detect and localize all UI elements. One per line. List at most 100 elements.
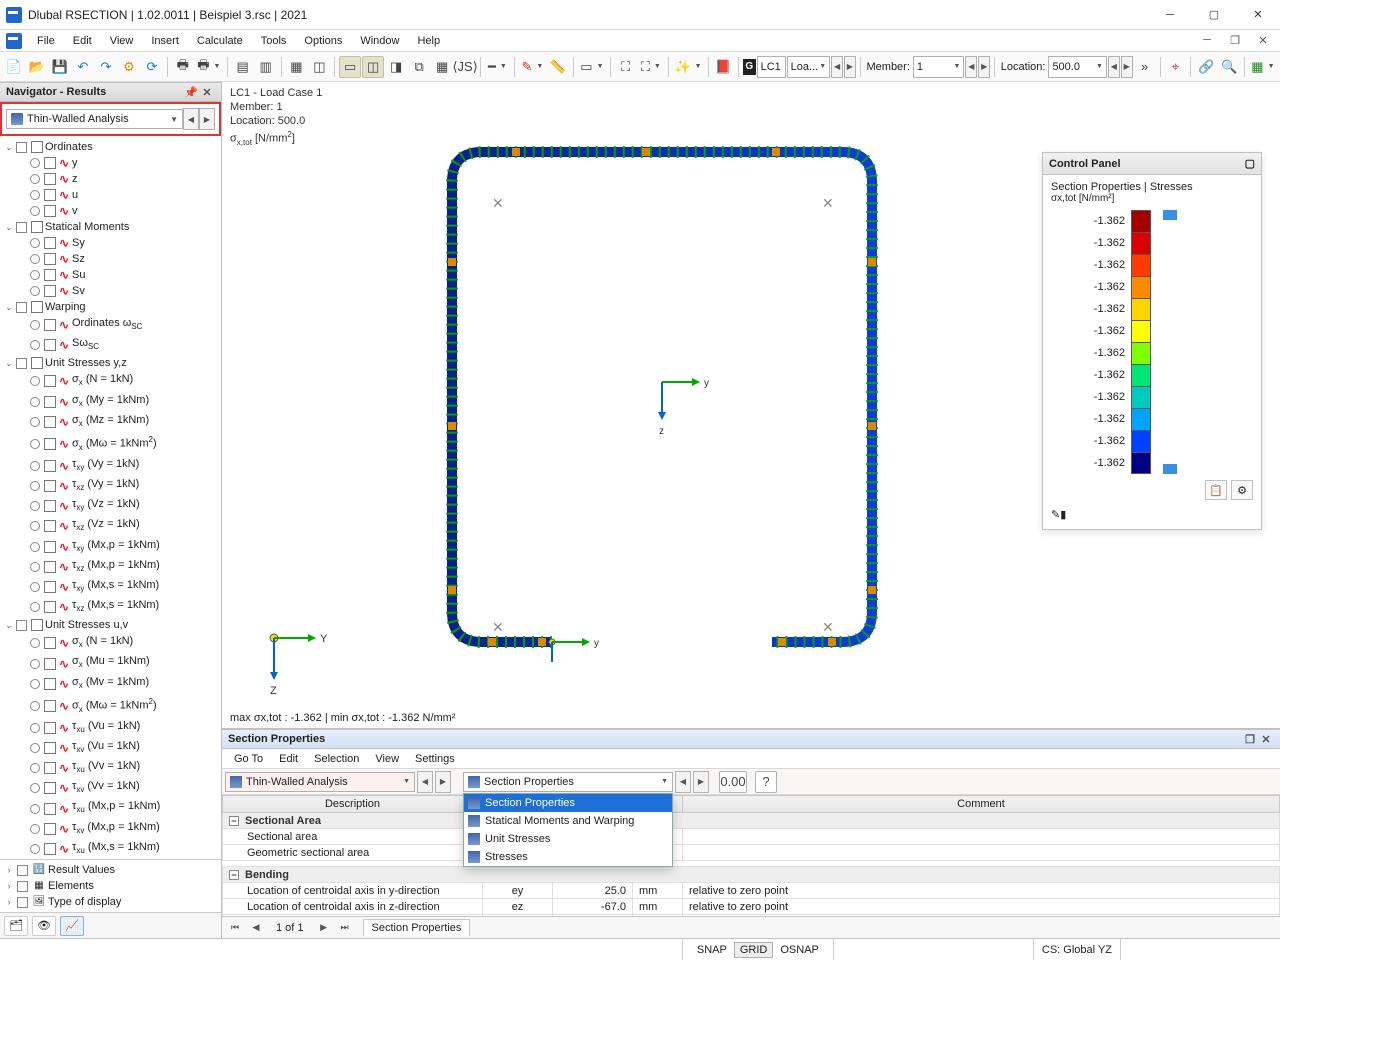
dropdown-item[interactable]: Unit Stresses <box>464 830 672 848</box>
minimize-button[interactable]: ─ <box>1148 0 1192 30</box>
pen-button[interactable]: ✎▼ <box>519 56 546 78</box>
layer4-button[interactable]: ⧉ <box>408 56 430 78</box>
select-mode-button[interactable]: ▭▼ <box>578 56 606 78</box>
dropdown-item[interactable]: Statical Moments and Warping <box>464 812 672 830</box>
props-category-dropdown[interactable]: Section PropertiesStatical Moments and W… <box>463 793 673 867</box>
page1-button[interactable]: ▤ <box>232 56 254 78</box>
lc-next-button[interactable]: ▶ <box>844 56 856 78</box>
tree-item[interactable]: τxu (Vu = 1kN) <box>18 718 219 738</box>
table-row[interactable]: Location of centroidal axis in y-directi… <box>223 883 1280 899</box>
props-analysis-combo[interactable]: Thin-Walled Analysis▼ <box>225 772 415 792</box>
tree-item[interactable]: v <box>18 203 219 219</box>
tree-item[interactable]: σx (Mz = 1kNm) <box>18 412 219 432</box>
tree-item[interactable]: σx (My = 1kNm) <box>18 392 219 412</box>
navigator-close-button[interactable]: ✕ <box>199 84 215 100</box>
lc-name-combo[interactable]: Loa...▼ <box>787 56 830 78</box>
print-button[interactable]: 🖶 <box>172 56 194 78</box>
cp-copy-button[interactable]: 📋 <box>1205 480 1227 500</box>
props-analysis-next[interactable]: ▶ <box>435 771 451 793</box>
tree-item[interactable]: Sz <box>18 251 219 267</box>
props-analysis-prev[interactable]: ◀ <box>417 771 433 793</box>
status-snap[interactable]: SNAP <box>692 943 732 957</box>
tree-item[interactable]: σx (N = 1kN) <box>18 371 219 391</box>
menu-calculate[interactable]: Calculate <box>188 33 252 49</box>
scale-max-handle[interactable] <box>1163 210 1177 220</box>
tree-item[interactable]: SωSC <box>18 335 219 355</box>
analysis-type-combo[interactable]: Thin-Walled Analysis ▼ <box>6 109 183 129</box>
pin-target-button[interactable]: ⌖ <box>1164 56 1186 78</box>
save-button[interactable]: 💾 <box>49 56 71 78</box>
lc-code-combo[interactable]: LC1 <box>757 56 786 78</box>
member-next-button[interactable]: ▶ <box>978 56 990 78</box>
location-next-button[interactable]: ▶ <box>1121 56 1133 78</box>
results-tree[interactable]: ⌄ Ordinates y z u v⌄ Statical Moments Sy… <box>0 136 221 859</box>
layer1-button[interactable]: ▭ <box>339 56 361 78</box>
app-menu-icon[interactable] <box>6 33 22 49</box>
menu-tools[interactable]: Tools <box>252 33 296 49</box>
menu-file[interactable]: File <box>28 33 64 49</box>
tree-item[interactable]: τxz (Vy = 1kN) <box>18 476 219 496</box>
new-button[interactable]: 📄 <box>3 56 25 78</box>
tree-item[interactable]: τxz (Mx,p = 1kNm) <box>18 557 219 577</box>
props-close-button[interactable]: ✕ <box>1258 731 1274 747</box>
tree-item[interactable]: σx (Mv = 1kNm) <box>18 674 219 694</box>
mdi-restore-button[interactable]: ❐ <box>1222 30 1248 50</box>
tree-group[interactable]: ⌄ Warping <box>4 299 219 315</box>
status-osnap[interactable]: OSNAP <box>775 943 824 957</box>
table-row[interactable]: Sectional area <box>223 829 1280 845</box>
props-menu-edit[interactable]: Edit <box>271 751 306 767</box>
dropdown-item[interactable]: Section Properties <box>464 794 672 812</box>
props-help-button[interactable]: ? <box>755 771 777 793</box>
scale-min-handle[interactable] <box>1163 464 1177 474</box>
location-prev-button[interactable]: ◀ <box>1108 56 1120 78</box>
tree-item[interactable]: u <box>18 187 219 203</box>
refresh-button[interactable]: ⟳ <box>141 56 163 78</box>
grid-snap-button[interactable]: ▦ <box>285 56 307 78</box>
undo-button[interactable]: ↶ <box>72 56 94 78</box>
layer5-button[interactable]: ▦ <box>431 56 453 78</box>
tree-item[interactable]: τxy (Mx,s = 1kNm) <box>18 577 219 597</box>
tree-item[interactable]: τxy (Mx,p = 1kNm) <box>18 537 219 557</box>
tree-item[interactable]: τxv (Mx,p = 1kNm) <box>18 819 219 839</box>
tree-item[interactable]: Ordinates ωSC <box>18 315 219 335</box>
pager-next[interactable]: ▶ <box>315 919 333 937</box>
menu-view[interactable]: View <box>101 33 143 49</box>
nav-bottom-item[interactable]: ›🖼 Type of display <box>4 894 217 910</box>
nav-bottom-item[interactable]: ›🔢 Result Values <box>4 862 217 878</box>
maximize-button[interactable]: ▢ <box>1192 0 1236 30</box>
tree-item[interactable]: τxu (Mx,p = 1kNm) <box>18 798 219 818</box>
script-button[interactable]: ⟨JS⟩ <box>454 56 476 78</box>
tree-item[interactable]: τxv (Vu = 1kN) <box>18 738 219 758</box>
menu-edit[interactable]: Edit <box>64 33 101 49</box>
control-panel[interactable]: Control Panel ▢ Section Properties | Str… <box>1042 152 1262 530</box>
cp-settings-button[interactable]: ⚙ <box>1231 480 1253 500</box>
edit-scale-icon[interactable]: ✎▮ <box>1051 509 1066 521</box>
props-menu-selection[interactable]: Selection <box>306 751 367 767</box>
menu-options[interactable]: Options <box>295 33 351 49</box>
table-row[interactable]: Geometric sectional areaAgeom7.34cm² <box>223 845 1280 861</box>
menu-insert[interactable]: Insert <box>142 33 188 49</box>
redo-button[interactable]: ↷ <box>95 56 117 78</box>
print-menu-button[interactable]: 🖶▼ <box>195 56 223 78</box>
layer2-button[interactable]: ◫ <box>362 56 384 78</box>
navigator-pin-button[interactable]: 📌 <box>183 84 199 100</box>
nav-tab-results[interactable]: 📈 <box>60 916 84 936</box>
tree-item[interactable]: σx (Mu = 1kNm) <box>18 653 219 673</box>
props-category-combo[interactable]: Section Properties▼ Section PropertiesSt… <box>463 772 673 792</box>
tree-group[interactable]: ⌄ Statical Moments <box>4 219 219 235</box>
props-pin-button[interactable]: ❐ <box>1242 731 1258 747</box>
lc-prev-button[interactable]: ◀ <box>831 56 843 78</box>
analysis-prev-button[interactable]: ◀ <box>183 108 199 130</box>
tree-item[interactable]: Sy <box>18 235 219 251</box>
tree-group[interactable]: ⌄ Unit Stresses y,z <box>4 355 219 371</box>
highlight-button[interactable]: ✨▼ <box>673 56 704 78</box>
control-panel-close-button[interactable]: ▢ <box>1245 157 1255 170</box>
props-cat-next[interactable]: ▶ <box>693 771 709 793</box>
viewport[interactable]: LC1 - Load Case 1Member: 1Location: 500.… <box>222 82 1280 728</box>
location-combo[interactable]: 500.0▼ <box>1048 56 1107 78</box>
props-cat-prev[interactable]: ◀ <box>675 771 691 793</box>
table-row[interactable]: Location of centroidal axis in z-directi… <box>223 899 1280 915</box>
link-button[interactable]: 🔗 <box>1195 56 1217 78</box>
tree-item[interactable]: Su <box>18 267 219 283</box>
line-style-button[interactable]: ━▼ <box>485 56 510 78</box>
